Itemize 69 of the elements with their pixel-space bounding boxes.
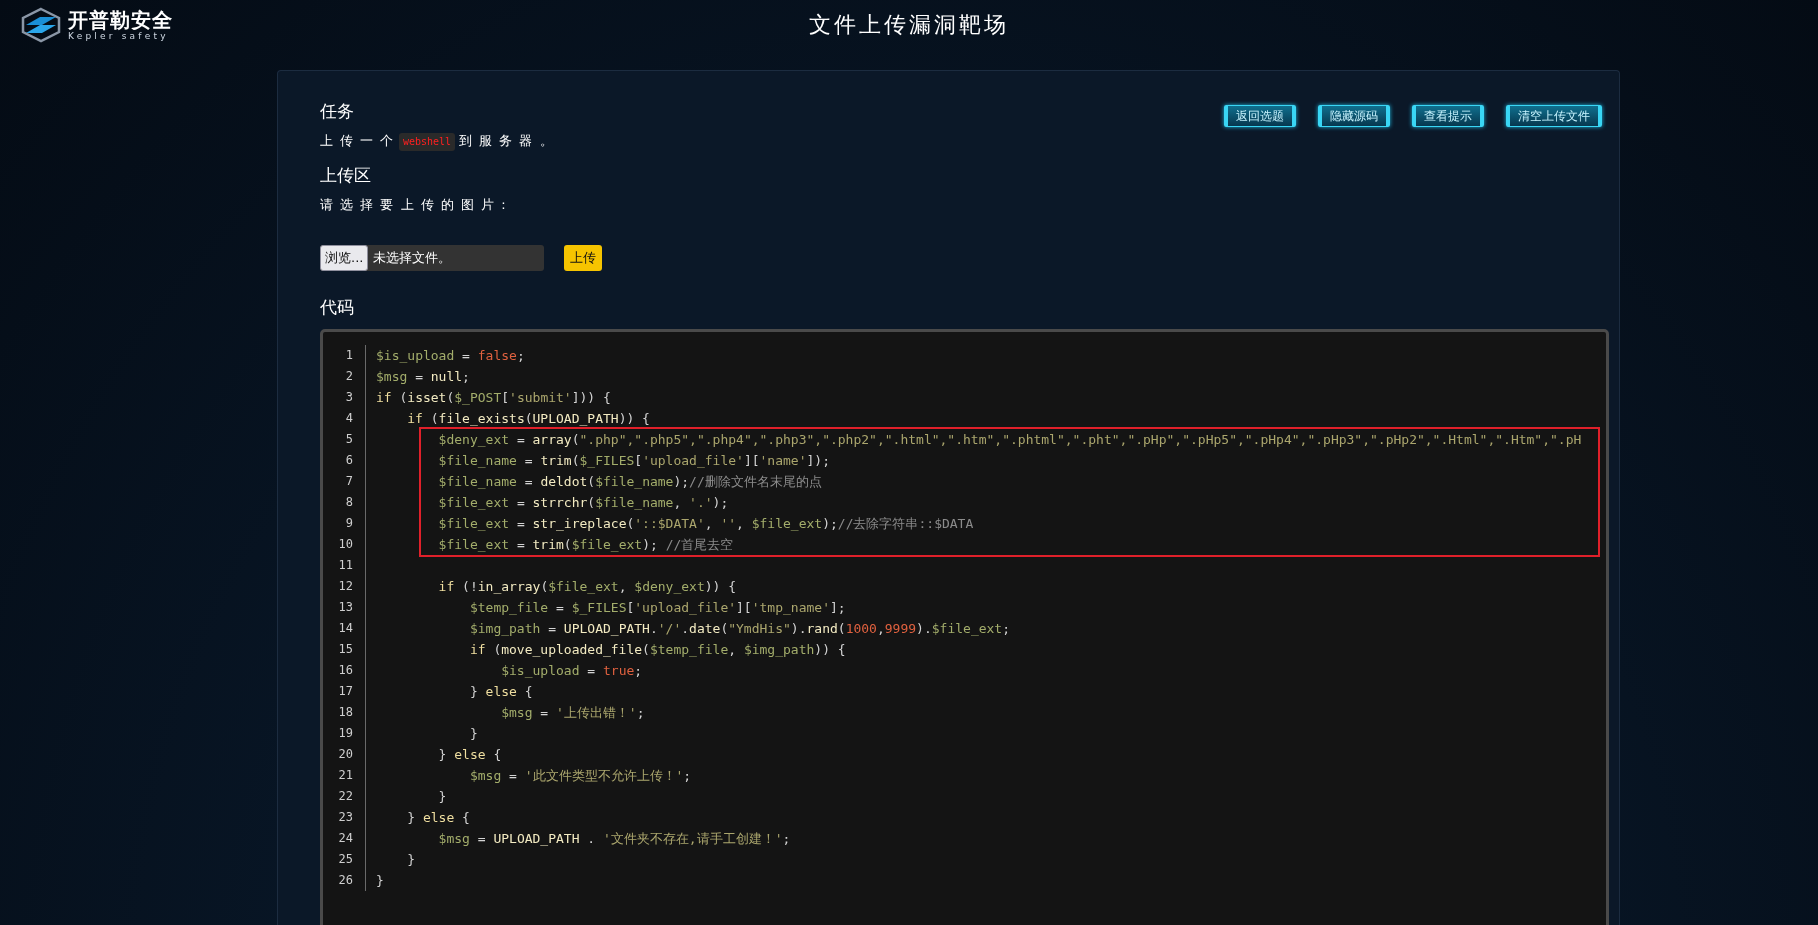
line-number: 6: [323, 450, 366, 471]
code-line: if (isset($_POST['submit'])) {: [375, 389, 611, 407]
code-line: $msg = null;: [375, 368, 470, 386]
code-line: $msg = UPLOAD_PATH . '文件夹不存在,请手工创建！';: [437, 830, 791, 848]
upload-prompt: 请 选 择 要 上 传 的 图 片 :: [320, 196, 509, 214]
code-line: }: [406, 851, 416, 869]
file-status: 未选择文件。: [373, 249, 452, 267]
toolbar-button[interactable]: 查看提示: [1412, 105, 1484, 127]
line-number: 9: [323, 513, 366, 534]
code-line: $temp_file = $_FILES['upload_file']['tmp_name'];: [468, 599, 846, 617]
code-line: }: [437, 788, 447, 806]
line-number: 22: [323, 786, 366, 807]
line-number: 15: [323, 639, 366, 660]
line-number: 20: [323, 744, 366, 765]
line-number: 2: [323, 366, 366, 387]
toolbar-button[interactable]: 清空上传文件: [1506, 105, 1602, 127]
code-line: }: [375, 872, 384, 890]
line-number: 25: [323, 849, 366, 870]
code-line: }: [468, 725, 478, 743]
code-line: $msg = '此文件类型不允许上传！';: [468, 767, 692, 785]
inline-code: webshell: [398, 133, 456, 151]
line-number: 3: [323, 387, 366, 408]
line-number: 19: [323, 723, 366, 744]
code-line: $file_ext = str_ireplace('::$DATA', '', $file_ext);//去除字符串::$DATA: [437, 515, 974, 533]
browse-button[interactable]: 浏览...: [320, 245, 369, 271]
line-number: 8: [323, 492, 366, 513]
line-number: 13: [323, 597, 366, 618]
toolbar-button[interactable]: 隐藏源码: [1318, 105, 1390, 127]
line-number: 1: [323, 345, 366, 366]
line-number: 21: [323, 765, 366, 786]
code-line: $is_upload = true;: [500, 662, 643, 680]
line-number: 7: [323, 471, 366, 492]
code-line: if (move_uploaded_file($temp_file, $img_path)) {: [468, 641, 846, 659]
line-number: 4: [323, 408, 366, 429]
code-line: $msg = '上传出错！';: [500, 704, 645, 722]
code-line: } else {: [437, 746, 502, 764]
line-number: 26: [323, 870, 366, 891]
logo-icon: [20, 7, 62, 43]
upload-button[interactable]: 上传: [564, 245, 602, 271]
line-number: 17: [323, 681, 366, 702]
code-line: if (!in_array($file_ext, $deny_ext)) {: [437, 578, 737, 596]
section-heading: 上传区: [320, 164, 372, 187]
line-number: 16: [323, 660, 366, 681]
line-number: 24: [323, 828, 366, 849]
line-number: 18: [323, 702, 366, 723]
line-number: 23: [323, 807, 366, 828]
code-line: $is_upload = false;: [375, 347, 525, 365]
code-line: $file_name = trim($_FILES['upload_file']['name']);: [437, 452, 830, 470]
code-line: $deny_ext = array(".php",".php5",".php4",".php3",".php2",".html",".htm",".phtml",".pht",".pHp",".pHp5",".pHp4",".pHp3",".pHp2",".Html",".Htm",".pH: [437, 431, 1582, 449]
line-number: 5: [323, 429, 366, 450]
code-line: $file_ext = strrchr($file_name, '.');: [437, 494, 729, 512]
code-line: $file_name = deldot($file_name);//删除文件名末尾的点: [437, 473, 822, 491]
line-number: 14: [323, 618, 366, 639]
line-number: 10: [323, 534, 366, 555]
code-line: if (file_exists(UPLOAD_PATH)) {: [406, 410, 650, 428]
logo-text: 开普勒安全: [68, 8, 173, 31]
code-line: $img_path = UPLOAD_PATH.'/'.date("YmdHis").rand(1000,9999).$file_ext;: [468, 620, 1011, 638]
section-heading: 代码: [320, 296, 355, 319]
code-line: $file_ext = trim($file_ext); //首尾去空: [437, 536, 734, 554]
code-line: } else {: [468, 683, 533, 701]
logo-subtitle: Kepler safety: [68, 30, 170, 42]
code-line: } else {: [406, 809, 470, 827]
file-input[interactable]: 浏览... 未选择文件。: [320, 245, 544, 271]
task-text: 上 传 一 个 webshell 到 服 务 器 。: [320, 131, 602, 151]
page-title: 文件上传漏洞靶场: [809, 11, 1009, 39]
line-number: 11: [323, 555, 366, 576]
line-number: 12: [323, 576, 366, 597]
section-heading: 任务: [320, 100, 355, 123]
toolbar-button[interactable]: 返回选题: [1224, 105, 1296, 127]
